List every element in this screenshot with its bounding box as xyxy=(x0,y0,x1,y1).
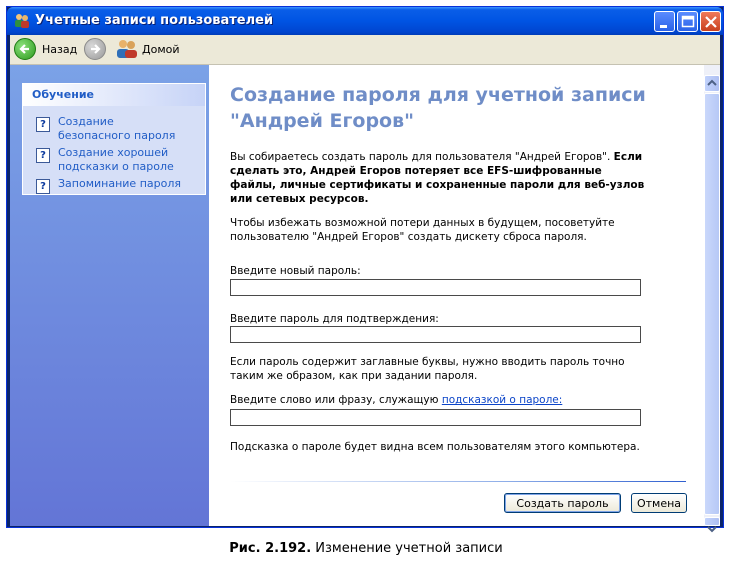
password-hint-field[interactable] xyxy=(230,409,641,426)
chevron-down-icon xyxy=(707,526,717,533)
minimize-icon xyxy=(660,25,667,28)
maximize-icon xyxy=(681,15,695,28)
back-button[interactable]: Назад xyxy=(14,38,77,60)
help-link-label: Создание безопасного пароля xyxy=(58,115,176,142)
help-link-secure-password[interactable]: ? Создание безопасного пароля xyxy=(36,115,188,143)
client-area: Обучение ? Создание безопасного пароля ?… xyxy=(10,65,720,533)
page-title: Создание пароля для учетной записи "Андр… xyxy=(230,84,646,132)
navigation-toolbar: Назад Домой xyxy=(10,35,720,65)
maximize-button[interactable] xyxy=(677,11,698,32)
close-button[interactable] xyxy=(700,11,721,32)
hint-visibility-note: Подсказка о пароле будет видна всем поль… xyxy=(230,441,640,453)
password-hint-link[interactable]: подсказкой о пароле: xyxy=(442,394,562,406)
advice-paragraph: Чтобы избежать возможной потери данных в… xyxy=(230,217,615,243)
help-link-good-hint[interactable]: ? Создание хорошей подсказки о пароле xyxy=(36,146,188,174)
home-users-icon xyxy=(117,40,137,58)
back-arrow-icon xyxy=(14,38,36,60)
warning-paragraph: Вы собираетесь создать пароль для пользо… xyxy=(230,150,650,206)
forward-button[interactable] xyxy=(84,38,106,60)
scroll-thumb[interactable] xyxy=(704,93,720,515)
window-title: Учетные записи пользователей xyxy=(35,13,274,28)
caption-text: Изменение учетной записи xyxy=(311,541,503,556)
home-label: Домой xyxy=(142,42,180,56)
help-link-label: Создание хорошей подсказки о пароле xyxy=(58,146,174,173)
back-label: Назад xyxy=(42,42,78,56)
password-hint-label: Введите слово или фразу, служащую подска… xyxy=(230,393,650,407)
home-button[interactable]: Домой xyxy=(116,38,180,60)
figure-caption: Рис. 2.192. Изменение учетной записи xyxy=(0,541,732,556)
confirm-password-label: Введите пароль для подтверждения: xyxy=(230,313,439,325)
title-bar[interactable]: Учетные записи пользователей xyxy=(7,7,723,35)
vertical-scrollbar[interactable] xyxy=(704,65,720,533)
help-link-remember-password[interactable]: ? Запоминание пароля xyxy=(36,177,188,194)
help-icon: ? xyxy=(36,117,50,132)
figure-number: Рис. 2.192. xyxy=(229,541,312,556)
hint-label-text: Введите слово или фразу, служащую xyxy=(230,394,442,406)
scroll-up-button[interactable] xyxy=(704,75,720,92)
main-content: Создание пароля для учетной записи "Андр… xyxy=(209,65,704,526)
divider xyxy=(230,481,686,482)
help-icon: ? xyxy=(36,148,50,163)
forward-arrow-icon xyxy=(84,38,106,60)
new-password-label: Введите новый пароль: xyxy=(230,265,361,277)
learn-about-box: Обучение ? Создание безопасного пароля ?… xyxy=(22,83,206,195)
side-panel: Обучение ? Создание безопасного пароля ?… xyxy=(10,65,209,526)
cancel-button[interactable]: Отмена xyxy=(631,493,687,513)
minimize-button[interactable] xyxy=(654,11,675,32)
chevron-up-icon xyxy=(707,79,717,86)
help-icon: ? xyxy=(36,179,50,194)
create-password-button[interactable]: Создать пароль xyxy=(504,493,621,513)
case-sensitivity-note: Если пароль содержит заглавные буквы, ну… xyxy=(230,356,625,382)
help-link-label: Запоминание пароля xyxy=(58,177,181,190)
learn-about-header: Обучение xyxy=(23,84,205,106)
user-accounts-window: Учетные записи пользователей Назад Домой… xyxy=(6,6,724,533)
user-accounts-icon xyxy=(15,14,29,28)
confirm-password-field[interactable] xyxy=(230,326,641,343)
warning-text: Вы собираетесь создать пароль для пользо… xyxy=(230,151,614,163)
close-icon xyxy=(705,16,717,28)
new-password-field[interactable] xyxy=(230,279,641,296)
scroll-down-button[interactable] xyxy=(704,517,720,533)
